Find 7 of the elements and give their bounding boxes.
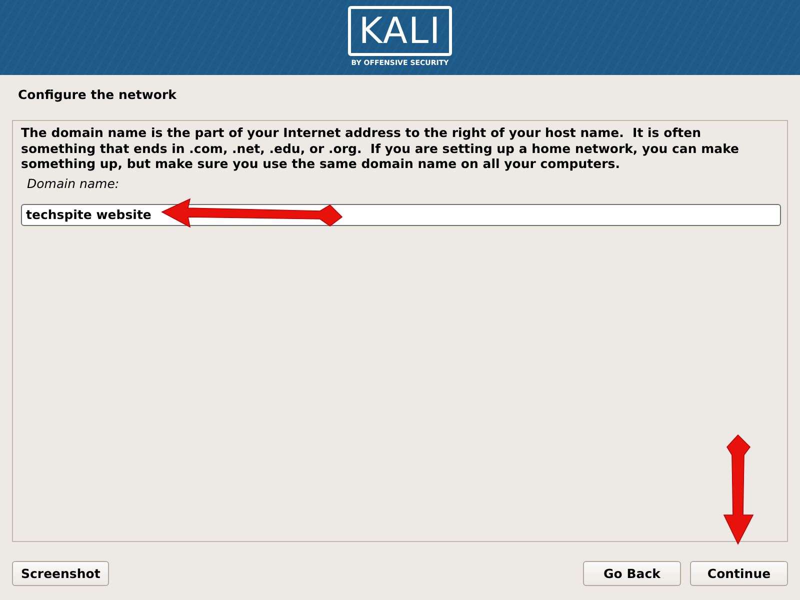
go-back-button[interactable]: Go Back <box>583 561 681 586</box>
field-label: Domain name: <box>27 176 120 190</box>
screenshot-button[interactable]: Screenshot <box>12 561 110 586</box>
logo-text: KALI <box>348 6 452 56</box>
description-text: The domain name is the part of your Internet address to the right of your host name. It is often something that ends in .com, .net, .edu, or .org. If you are setting up a home network, you can make something up, but make sure you use the same domain name on all your computers. <box>21 125 740 172</box>
continue-button[interactable]: Continue <box>690 561 788 586</box>
page-title: Configure the network <box>18 87 176 102</box>
